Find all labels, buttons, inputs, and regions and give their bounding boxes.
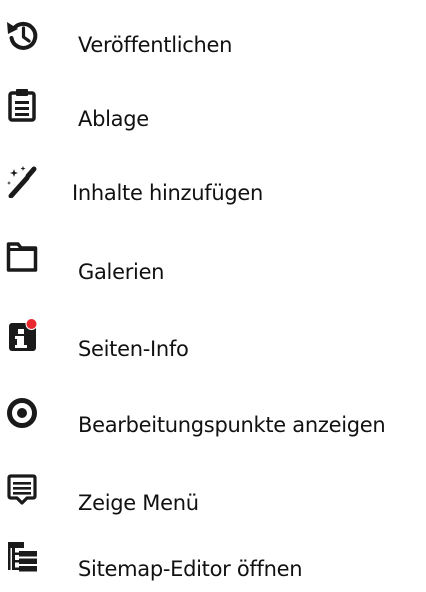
folder-icon [6,240,38,274]
action-menu: Veröffentlichen Ablage Inhalte hinzufüge… [0,0,426,590]
menu-item-add-content[interactable]: Inhalte hinzufügen [0,164,426,216]
menu-item-label: Galerien [78,260,165,284]
menu-item-show-edit-points[interactable]: Bearbeitungspunkte anzeigen [0,396,426,448]
menu-list-icon [6,474,38,508]
menu-item-label: Sitemap-Editor öffnen [78,557,303,581]
menu-item-page-info[interactable]: Seiten-Info [0,318,426,370]
menu-item-label: Seiten-Info [78,337,189,361]
sitemap-icon [6,540,38,574]
menu-item-sitemap-editor[interactable]: Sitemap-Editor öffnen [0,540,426,592]
menu-item-publish[interactable]: Veröffentlichen [0,18,426,70]
magic-wand-icon [6,164,38,198]
menu-item-label: Veröffentlichen [78,33,233,57]
menu-item-label: Zeige Menü [78,491,199,515]
menu-item-show-menu[interactable]: Zeige Menü [0,474,426,526]
info-notification-icon [6,318,38,352]
menu-item-label: Bearbeitungspunkte anzeigen [78,413,386,437]
menu-item-clipboard[interactable]: Ablage [0,88,426,140]
menu-item-label: Inhalte hinzufügen [72,181,263,205]
history-icon [6,18,38,52]
clipboard-icon [6,88,38,122]
menu-item-label: Ablage [78,107,149,131]
menu-item-galleries[interactable]: Galerien [0,240,426,292]
target-icon [6,396,38,430]
